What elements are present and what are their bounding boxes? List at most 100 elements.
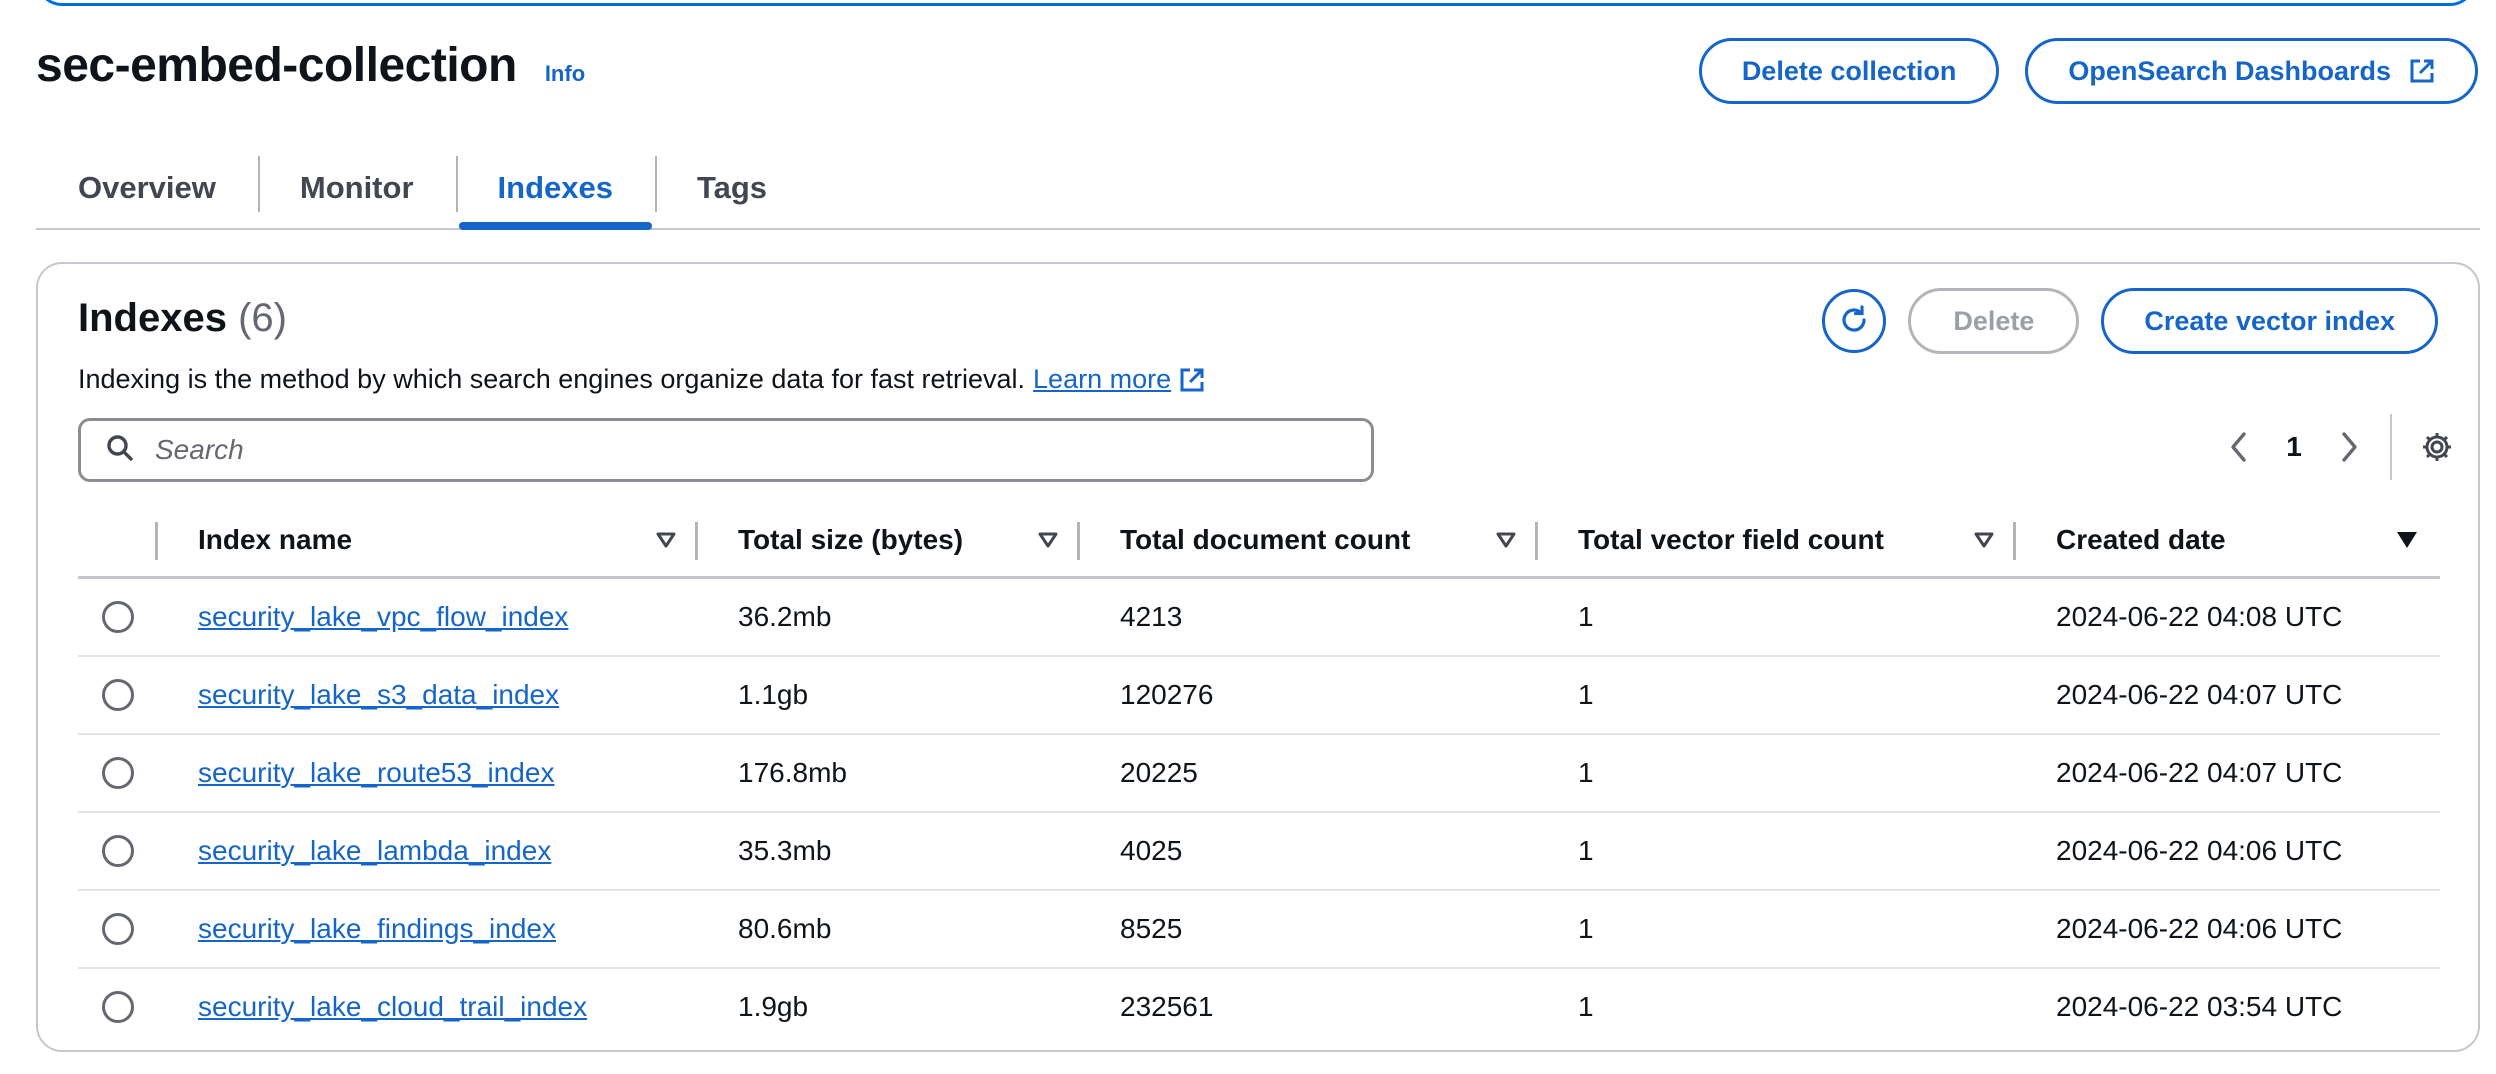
- document-count-cell: 232561: [1120, 991, 1214, 1022]
- column-header-label: Created date: [2056, 524, 2226, 555]
- index-name-link[interactable]: security_lake_s3_data_index: [198, 679, 559, 710]
- document-count-cell: 120276: [1080, 655, 1538, 735]
- search-box: [78, 418, 1374, 482]
- external-link-icon: [1179, 367, 1205, 393]
- table-row: security_lake_vpc_flow_index 36.2mb 4213…: [78, 577, 2440, 657]
- row-radio[interactable]: [102, 834, 134, 867]
- row-radio[interactable]: [102, 991, 134, 1023]
- index-name-link[interactable]: security_lake_vpc_flow_index: [198, 601, 568, 632]
- column-header-label: Total size (bytes): [738, 524, 964, 555]
- page-number[interactable]: 1: [2262, 431, 2326, 463]
- indexes-table: Index name Total size (bytes) Total docu…: [78, 504, 2440, 1046]
- chevron-left-icon[interactable]: [2216, 424, 2262, 470]
- delete-collection-button[interactable]: Delete collection: [1698, 38, 2000, 104]
- tab-tags[interactable]: Tags: [654, 148, 809, 228]
- top-container-edge: [36, 0, 2476, 6]
- tab-overview[interactable]: Overview: [36, 148, 258, 228]
- vector-field-count-cell: 1: [1578, 991, 1594, 1022]
- panel-description-text: Indexing is the method by which search e…: [78, 364, 1026, 394]
- index-name-link[interactable]: security_lake_findings_index: [198, 913, 556, 944]
- panel-description: Indexing is the method by which search e…: [78, 364, 1205, 395]
- tab-indexes[interactable]: Indexes: [455, 148, 655, 230]
- vector-field-count-cell: 1: [1538, 655, 2016, 735]
- indexes-panel: Indexes (6) Indexing is the method by wh…: [36, 262, 2480, 1052]
- tab-bar: Overview Monitor Indexes Tags: [36, 148, 2480, 230]
- index-name-link[interactable]: security_lake_lambda_index: [198, 835, 551, 866]
- column-header-label: Index name: [198, 524, 353, 555]
- row-radio[interactable]: [102, 600, 134, 633]
- table-row: security_lake_cloud_trail_index 1.9gb 23…: [78, 968, 2440, 1046]
- document-count-cell: 4025: [1080, 811, 1538, 891]
- tab-overview-label: Overview: [78, 170, 216, 205]
- table-row: security_lake_s3_data_index 1.1gb 120276…: [78, 655, 2440, 735]
- pagination-divider: [2390, 414, 2392, 480]
- row-radio[interactable]: [102, 756, 134, 789]
- created-date-cell: 2024-06-22 04:07 UTC: [2016, 655, 2440, 735]
- table-row: security_lake_findings_index 80.6mb 8525…: [78, 889, 2440, 969]
- header-actions: Delete collection OpenSearch Dashboards: [1698, 38, 2478, 104]
- tab-monitor[interactable]: Monitor: [257, 148, 456, 228]
- sort-triangle-icon: [1496, 532, 1516, 548]
- create-vector-index-label: Create vector index: [2144, 305, 2395, 336]
- column-header-index-name[interactable]: Index name: [158, 504, 698, 579]
- sort-triangle-icon: [1974, 532, 1994, 548]
- index-name-link[interactable]: security_lake_route53_index: [198, 757, 554, 788]
- delete-index-label: Delete: [1953, 305, 2035, 336]
- panel-title: Indexes (6): [78, 296, 287, 341]
- column-header-vector-field-count[interactable]: Total vector field count: [1538, 504, 2016, 579]
- table-row: security_lake_lambda_index 35.3mb 4025 1…: [78, 811, 2440, 891]
- row-select-cell: [78, 889, 158, 969]
- panel-actions: Delete Create vector index: [1822, 288, 2438, 354]
- select-column-header: [78, 504, 158, 579]
- sort-triangle-icon: [656, 532, 676, 548]
- opensearch-dashboards-label: OpenSearch Dashboards: [2068, 55, 2391, 86]
- info-link[interactable]: Info: [545, 61, 585, 87]
- total-size-cell: 35.3mb: [698, 811, 1080, 891]
- external-link-icon: [2409, 58, 2435, 84]
- total-size-cell: 1.9gb: [738, 991, 809, 1022]
- document-count-cell: 20225: [1080, 733, 1538, 813]
- created-date-cell: 2024-06-22 04:06 UTC: [2016, 889, 2440, 969]
- panel-count: (6): [238, 296, 287, 340]
- column-header-label: Total vector field count: [1578, 524, 1884, 555]
- panel-title-text: Indexes: [78, 296, 227, 340]
- page-header: sec-embed-collection Info: [36, 38, 585, 93]
- vector-field-count-cell: 1: [1538, 733, 2016, 813]
- column-header-label: Total document count: [1120, 524, 1411, 555]
- total-size-cell: 80.6mb: [698, 889, 1080, 969]
- total-size-cell: 1.1gb: [698, 655, 1080, 735]
- table-header-row: Index name Total size (bytes) Total docu…: [78, 504, 2440, 579]
- vector-field-count-cell: 1: [1538, 577, 2016, 657]
- total-size-cell: 176.8mb: [698, 733, 1080, 813]
- row-select-cell: [78, 733, 158, 813]
- index-name-cell: security_lake_lambda_index: [158, 811, 698, 891]
- column-header-created-date[interactable]: Created date: [2016, 504, 2440, 579]
- table-row: security_lake_route53_index 176.8mb 2022…: [78, 733, 2440, 813]
- chevron-right-icon[interactable]: [2326, 424, 2372, 470]
- created-date-cell: 2024-06-22 04:08 UTC: [2016, 577, 2440, 657]
- row-select-cell: [78, 577, 158, 657]
- refresh-icon: [1836, 302, 1872, 341]
- index-name-cell: security_lake_route53_index: [158, 733, 698, 813]
- pagination: 1: [2216, 414, 2460, 480]
- search-input[interactable]: [153, 433, 1371, 467]
- refresh-button[interactable]: [1822, 289, 1887, 353]
- total-size-cell: 36.2mb: [698, 577, 1080, 657]
- sort-descending-icon: [2396, 531, 2418, 549]
- gear-icon[interactable]: [2414, 424, 2460, 470]
- document-count-cell: 8525: [1080, 889, 1538, 969]
- row-select-cell: [78, 655, 158, 735]
- opensearch-dashboards-button[interactable]: OpenSearch Dashboards: [2025, 38, 2478, 104]
- delete-index-button[interactable]: Delete: [1908, 288, 2080, 354]
- column-header-document-count[interactable]: Total document count: [1080, 504, 1538, 579]
- tab-indexes-label: Indexes: [497, 170, 613, 205]
- create-vector-index-button[interactable]: Create vector index: [2101, 288, 2438, 354]
- index-name-link[interactable]: security_lake_cloud_trail_index: [198, 991, 587, 1022]
- column-header-total-size[interactable]: Total size (bytes): [698, 504, 1080, 579]
- delete-collection-label: Delete collection: [1741, 55, 1957, 86]
- learn-more-link[interactable]: Learn more: [1033, 364, 1171, 395]
- row-radio[interactable]: [102, 678, 134, 711]
- row-radio[interactable]: [102, 912, 134, 945]
- page-title: sec-embed-collection: [36, 39, 517, 92]
- index-name-cell: security_lake_findings_index: [158, 889, 698, 969]
